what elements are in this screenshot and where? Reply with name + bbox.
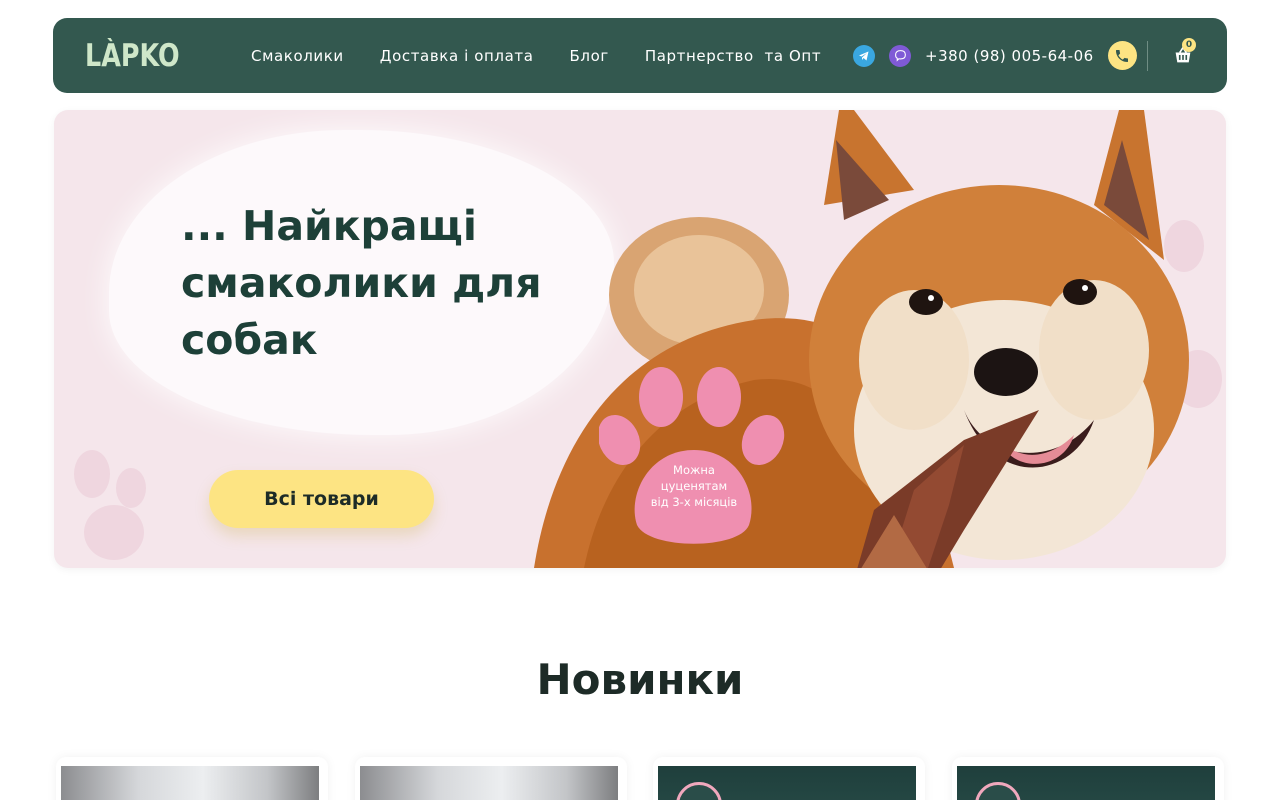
brand-logo-icon [975, 782, 1021, 800]
hero-banner: ... Найкращі смаколики для собак Всі тов… [54, 110, 1226, 568]
product-card[interactable] [653, 757, 925, 800]
product-card[interactable] [355, 757, 627, 800]
product-image[interactable] [658, 766, 916, 800]
product-image[interactable] [360, 766, 618, 800]
header-contacts: +380 (98) 005-64-06 [853, 18, 1137, 93]
header-divider [1147, 41, 1148, 71]
phone-icon[interactable] [1107, 41, 1137, 70]
telegram-icon[interactable] [853, 44, 875, 67]
nav-link-treats[interactable]: Смаколики [251, 47, 344, 65]
paw-print-decoration [84, 505, 144, 560]
viber-icon[interactable] [889, 44, 911, 67]
puppy-age-badge-text: Можна цуценятам від 3-х місяців [650, 463, 738, 509]
nav-link-blog[interactable]: Блог [570, 47, 609, 65]
paw-badge-icon [599, 367, 785, 544]
product-card[interactable] [56, 757, 328, 800]
product-image[interactable] [957, 766, 1215, 800]
paw-print-decoration [116, 468, 146, 508]
paw-print-decoration [74, 450, 110, 498]
new-arrivals-title: Новинки [536, 655, 744, 704]
product-image[interactable] [61, 766, 319, 800]
main-nav: Смаколики Доставка і оплата Блог Партнер… [251, 18, 857, 93]
cart-count-badge: 0 [1182, 38, 1196, 52]
phone-number[interactable]: +380 (98) 005-64-06 [925, 47, 1094, 65]
nav-link-delivery[interactable]: Доставка і оплата [380, 47, 534, 65]
nav-link-partnership[interactable]: Партнерство та Опт [645, 47, 821, 65]
brand-logo-icon [676, 782, 722, 800]
site-logo[interactable]: LÀPKO [85, 38, 180, 74]
all-products-button[interactable]: Всі товари [209, 470, 434, 528]
site-header: LÀPKO Смаколики Доставка і оплата Блог П… [53, 18, 1227, 93]
product-card[interactable] [952, 757, 1224, 800]
